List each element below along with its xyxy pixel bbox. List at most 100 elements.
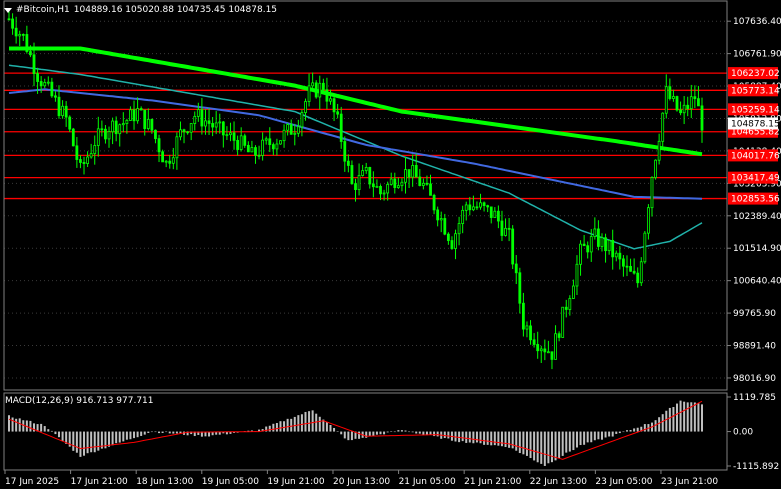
macd-histogram-bar [15, 418, 18, 432]
candle-body [54, 95, 57, 98]
candle-body [432, 194, 436, 211]
candle-body [354, 183, 357, 190]
chart-canvas[interactable]: 107636.40106761.90105887.40105012.901041… [0, 0, 781, 489]
macd-histogram-bar [622, 431, 625, 433]
macd-histogram-bar [379, 431, 382, 435]
candle-body [543, 348, 547, 353]
macd-histogram-bar [386, 431, 389, 433]
candle-body [229, 132, 232, 136]
macd-histogram-bar [511, 431, 514, 449]
macd-histogram-bar [279, 421, 282, 432]
candle-body [232, 132, 236, 141]
macd-histogram-bar [597, 431, 600, 440]
candle-body [379, 185, 382, 195]
macd-histogram-bar [536, 431, 539, 463]
level-badge-label: 104017.76 [731, 151, 780, 161]
macd-histogram-bar [97, 431, 100, 451]
macd-histogram-bar [304, 411, 307, 432]
price-tick-label: 106761.90 [733, 50, 781, 60]
candle-body [118, 124, 122, 135]
macd-histogram-bar [133, 431, 136, 439]
candle-body [561, 306, 565, 338]
macd-histogram-bar [422, 431, 425, 435]
candle-body [7, 18, 11, 21]
macd-histogram-bar [475, 431, 478, 443]
candle-body [429, 183, 432, 196]
macd-histogram-bar [333, 427, 336, 432]
level-badge-label: 103417.49 [731, 174, 780, 184]
candle-body [582, 243, 586, 247]
dropdown-triangle-icon[interactable] [4, 7, 12, 13]
price-tick-label: 102389.40 [733, 212, 781, 222]
macd-histogram-bar [675, 403, 678, 432]
macd-histogram-bar [343, 431, 346, 439]
candle-body [375, 185, 379, 188]
macd-histogram-bar [672, 407, 675, 432]
macd-histogram-bar [365, 431, 368, 438]
candle-body [625, 265, 629, 268]
candle-body [504, 227, 507, 236]
macd-histogram-bar [150, 431, 153, 433]
macd-histogram-bar [683, 401, 686, 432]
candle-body [557, 333, 561, 338]
macd-histogram-bar [554, 431, 557, 461]
candle-body [407, 169, 411, 178]
candle-body [132, 109, 136, 122]
candle-body [586, 245, 590, 253]
candle-body [271, 144, 275, 150]
macd-histogram-bar [679, 400, 682, 432]
candle-body [107, 131, 111, 140]
candle-body [325, 89, 329, 102]
macd-histogram-bar [483, 431, 486, 445]
candle-body [593, 228, 597, 237]
macd-histogram-bar [75, 431, 78, 453]
candle-body [157, 138, 161, 153]
candle-body [275, 143, 279, 150]
candle-body [536, 344, 540, 352]
candle-body [464, 204, 468, 211]
macd-histogram-bar [111, 431, 114, 446]
candle-body [79, 159, 82, 163]
time-tick-label: 23 Jun 05:00 [595, 477, 652, 487]
candle-body [207, 120, 211, 124]
candle-body [196, 109, 200, 117]
macd-histogram-bar [375, 431, 378, 435]
macd-histogram-bar [497, 431, 500, 446]
macd-histogram-bar [600, 431, 603, 440]
candle-body [400, 181, 404, 187]
macd-histogram-bar [272, 423, 275, 432]
macd-histogram-bar [393, 431, 396, 433]
macd-histogram-bar [461, 431, 464, 442]
candle-body [686, 104, 690, 110]
candle-body [314, 82, 318, 98]
candle-body [486, 205, 490, 208]
candle-body [139, 108, 143, 111]
candle-body [25, 34, 29, 52]
candle-body [46, 81, 50, 84]
candle-body [521, 302, 525, 330]
candle-body [243, 135, 247, 146]
macd-histogram-bar [411, 431, 414, 433]
candle-body [425, 182, 429, 185]
candle-body [525, 325, 529, 330]
macd-histogram-bar [11, 417, 14, 432]
level-badge-label: 105259.14 [731, 105, 780, 115]
macd-histogram-bar [29, 420, 32, 432]
time-tick-label: 17 Jun 2025 [5, 477, 59, 487]
macd-histogram-bar [172, 431, 175, 434]
macd-histogram-bar [472, 431, 475, 444]
candle-body [518, 272, 522, 304]
candle-body [572, 285, 575, 299]
candle-body [150, 118, 154, 131]
macd-histogram-bar [325, 422, 328, 432]
macd-histogram-bar [168, 431, 171, 434]
candle-body [96, 128, 100, 146]
candle-body [454, 233, 457, 249]
macd-histogram-bar [583, 431, 586, 445]
macd-histogram-bar [72, 431, 75, 451]
symbol-header[interactable]: #Bitcoin,H1 104889.16 105020.88 104735.4… [4, 3, 277, 17]
macd-histogram-bar [643, 424, 646, 432]
macd-histogram-bar [383, 431, 386, 435]
macd-histogram-bar [358, 431, 361, 439]
macd-histogram-bar [533, 431, 536, 461]
